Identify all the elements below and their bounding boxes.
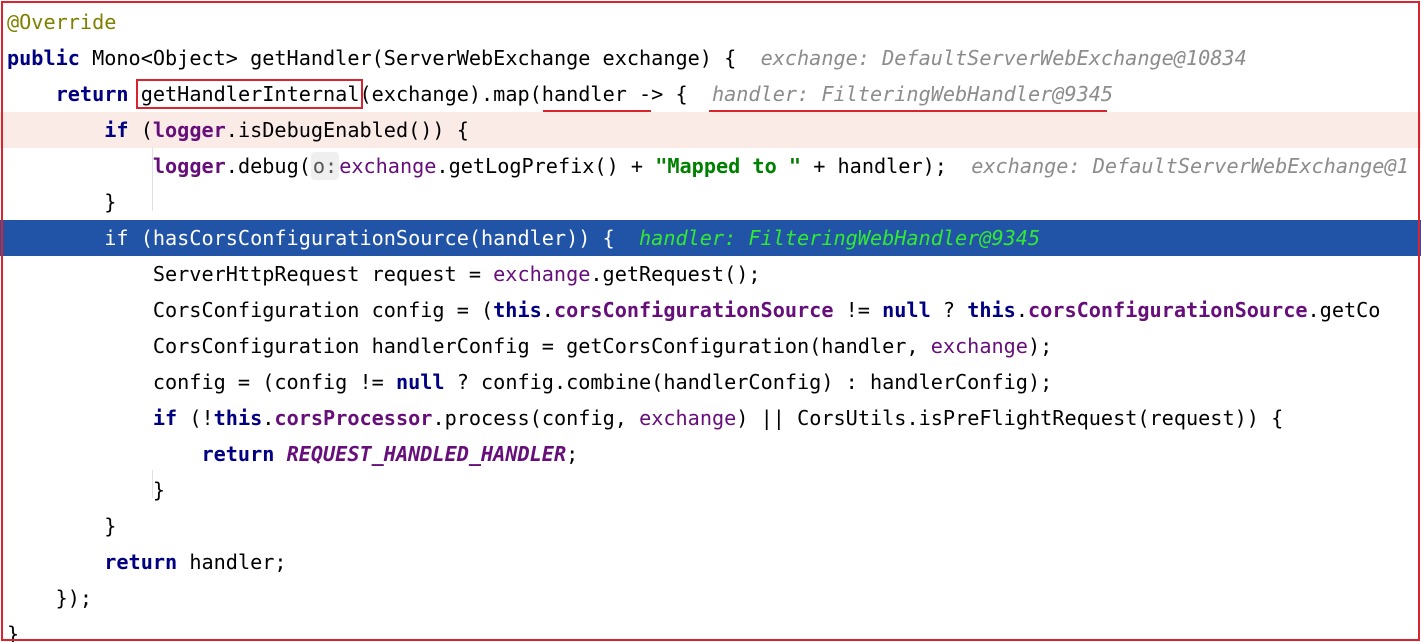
red-underline-lambda-param: [543, 110, 651, 112]
red-box-gethandlerinternal: [136, 79, 363, 109]
red-underline-handler-hint: [709, 110, 1107, 112]
